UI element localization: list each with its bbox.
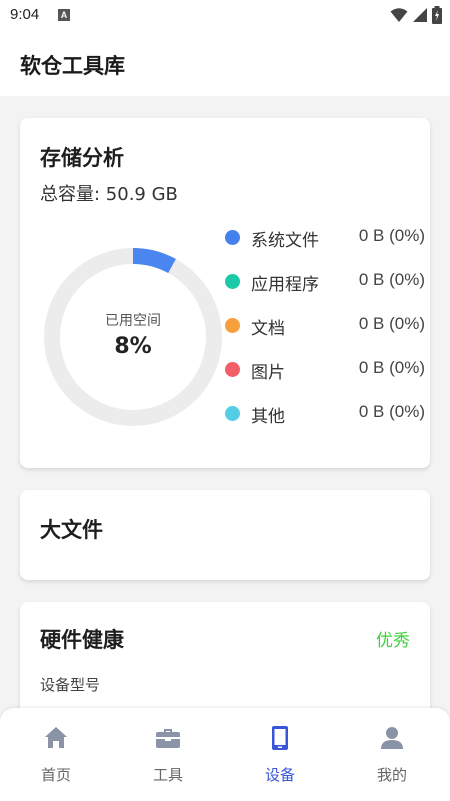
status-time: 9:04 bbox=[10, 6, 40, 23]
storage-usage-ring: 已用空间 8% bbox=[42, 246, 224, 428]
used-space-percent: 8% bbox=[114, 334, 152, 359]
hardware-health-title: 硬件健康 bbox=[40, 628, 124, 652]
legend-value: 0 B (0%) bbox=[358, 226, 425, 245]
legend-dot bbox=[225, 318, 240, 333]
nav-item-device[interactable]: 设备 bbox=[224, 724, 336, 785]
nav-label-home: 首页 bbox=[40, 766, 71, 784]
legend-value: 0 B (0%) bbox=[358, 402, 425, 421]
legend-dot bbox=[225, 406, 240, 421]
status-icons bbox=[390, 6, 442, 24]
legend-label: 图片 bbox=[251, 363, 285, 383]
app-bar: 软仓工具库 bbox=[0, 32, 450, 96]
legend-value: 0 B (0%) bbox=[358, 358, 425, 377]
legend-item-system-files: 系统文件 0 B (0%) bbox=[225, 226, 425, 270]
legend-label: 系统文件 bbox=[251, 231, 319, 251]
big-files-title: 大文件 bbox=[40, 518, 103, 542]
status-bar: 9:04 A bbox=[0, 0, 450, 32]
legend-value: 0 B (0%) bbox=[358, 314, 425, 333]
total-capacity: 总容量: 50.9 GB bbox=[40, 184, 178, 205]
legend-label: 其他 bbox=[251, 407, 285, 427]
legend-dot bbox=[225, 230, 240, 245]
legend-dot bbox=[225, 274, 240, 289]
bottom-navigation: 首页 工具 设备 我的 bbox=[0, 708, 450, 801]
storage-analysis-card[interactable]: 存储分析 总容量: 50.9 GB 已用空间 8% 系统文件 0 B (0%) … bbox=[20, 118, 430, 468]
used-space-label: 已用空间 bbox=[105, 313, 161, 329]
home-icon bbox=[45, 727, 67, 748]
nav-item-home[interactable]: 首页 bbox=[0, 724, 112, 785]
nav-item-profile[interactable]: 我的 bbox=[336, 724, 448, 785]
legend-item-documents: 文档 0 B (0%) bbox=[225, 314, 425, 358]
battery-icon bbox=[432, 6, 442, 24]
wifi-icon bbox=[390, 8, 408, 22]
legend-item-other: 其他 0 B (0%) bbox=[225, 402, 425, 446]
app-title: 软仓工具库 bbox=[20, 54, 125, 78]
legend-label: 文档 bbox=[251, 319, 285, 339]
notification-a-icon: A bbox=[58, 9, 70, 21]
storage-legend: 系统文件 0 B (0%) 应用程序 0 B (0%) 文档 0 B (0%) … bbox=[225, 226, 425, 446]
person-icon bbox=[381, 727, 403, 749]
legend-item-applications: 应用程序 0 B (0%) bbox=[225, 270, 425, 314]
legend-dot bbox=[225, 362, 240, 377]
storage-card-title: 存储分析 bbox=[40, 146, 124, 170]
device-model-label: 设备型号 bbox=[40, 676, 101, 694]
nav-label-profile: 我的 bbox=[376, 766, 407, 784]
health-status-badge: 优秀 bbox=[376, 631, 410, 651]
legend-label: 应用程序 bbox=[251, 275, 319, 295]
cellular-signal-icon bbox=[413, 8, 427, 22]
nav-label-device: 设备 bbox=[264, 766, 295, 784]
nav-label-tools: 工具 bbox=[152, 766, 183, 784]
toolbox-icon bbox=[156, 729, 180, 748]
legend-item-images: 图片 0 B (0%) bbox=[225, 358, 425, 402]
big-files-card[interactable]: 大文件 bbox=[20, 490, 430, 580]
phone-icon bbox=[272, 726, 288, 750]
legend-value: 0 B (0%) bbox=[358, 270, 425, 289]
nav-item-tools[interactable]: 工具 bbox=[112, 724, 224, 785]
